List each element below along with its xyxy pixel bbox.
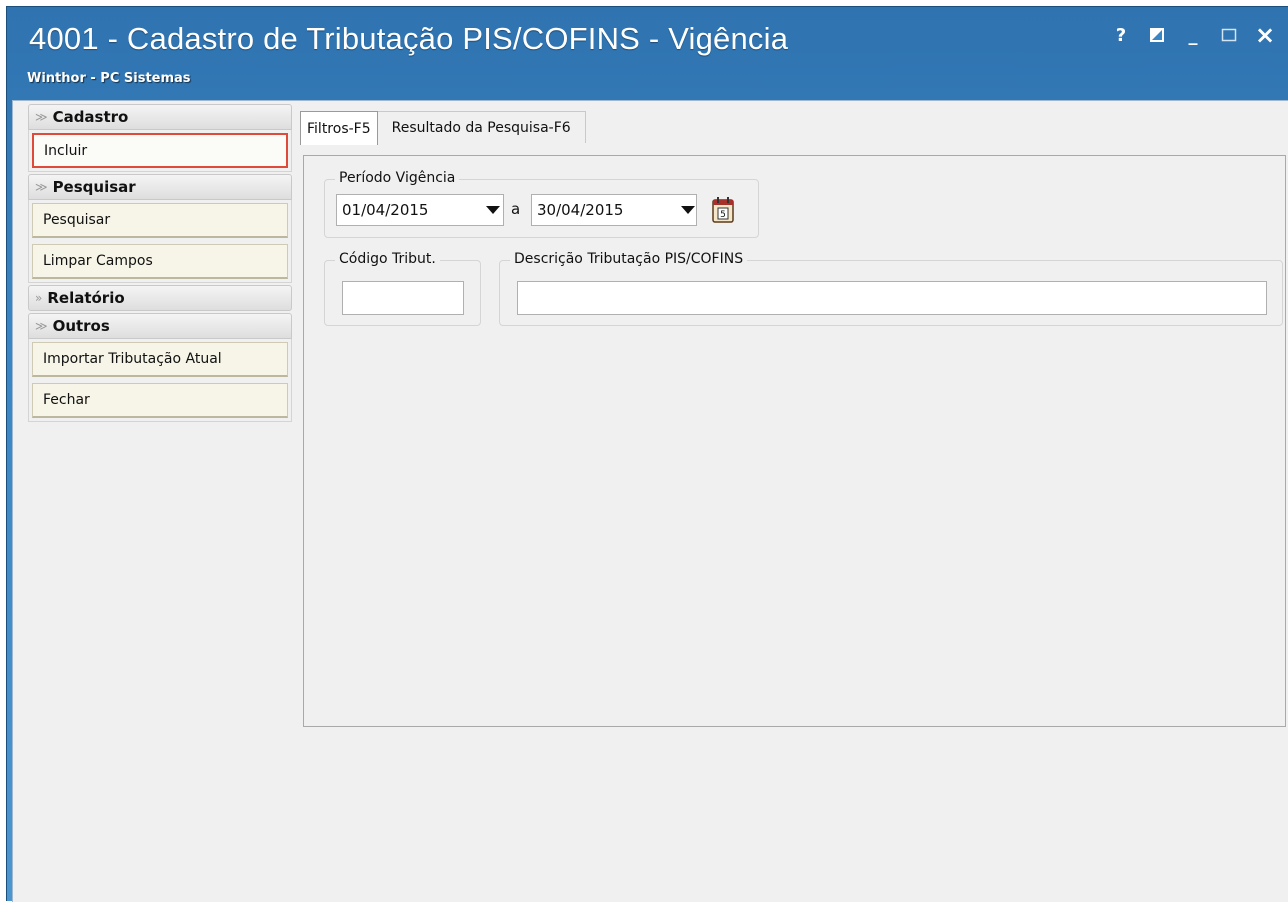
chevron-down-icon: ≫ xyxy=(35,180,48,194)
maximize-button[interactable] xyxy=(1219,25,1239,45)
tab-strip: Filtros-F5 Resultado da Pesquisa-F6 xyxy=(300,111,586,145)
window-title: 4001 - Cadastro de Tributação PIS/COFINS… xyxy=(29,21,789,56)
group-pesquisar-header[interactable]: ≫ Pesquisar xyxy=(28,174,292,200)
close-button[interactable]: × xyxy=(1255,21,1275,49)
tab-filtros[interactable]: Filtros-F5 xyxy=(300,111,378,145)
window-subtitle: Winthor - PC Sistemas xyxy=(27,71,191,86)
chevron-down-icon: ≫ xyxy=(35,110,48,124)
date-start-value: 01/04/2015 xyxy=(342,201,429,219)
close-icon: × xyxy=(1254,21,1276,49)
codigo-tribut-group: Código Tribut. xyxy=(324,251,481,326)
filters-panel: Período Vigência 01/04/2015 a 30/04/2015 xyxy=(303,155,1286,727)
group-cadastro-label: Cadastro xyxy=(52,108,129,126)
limpar-campos-button[interactable]: Limpar Campos xyxy=(32,244,288,279)
codigo-tribut-input[interactable] xyxy=(342,281,464,315)
minimize-button[interactable]: _ xyxy=(1183,24,1203,46)
incluir-label: Incluir xyxy=(44,142,88,159)
window-controls: ? _ × xyxy=(1111,21,1275,49)
group-relatorio-label: Relatório xyxy=(47,289,125,307)
date-start-field[interactable]: 01/04/2015 xyxy=(336,194,504,226)
client-area: ≫ Cadastro Incluir ≫ Pesquisar Pesquisar… xyxy=(12,100,1288,902)
codigo-tribut-label: Código Tribut. xyxy=(335,251,440,267)
group-outros-header[interactable]: ≫ Outros xyxy=(28,313,292,339)
descricao-tributacao-input[interactable] xyxy=(517,281,1267,315)
date-start-dropdown-icon[interactable] xyxy=(482,194,504,226)
help-button[interactable]: ? xyxy=(1111,24,1131,46)
descricao-tributacao-label: Descrição Tributação PIS/COFINS xyxy=(510,251,748,267)
fechar-button[interactable]: Fechar xyxy=(32,383,288,418)
tab-resultado-pesquisa[interactable]: Resultado da Pesquisa-F6 xyxy=(377,111,586,143)
date-end-field[interactable]: 30/04/2015 xyxy=(531,194,697,226)
group-outros-body: Importar Tributação Atual Fechar xyxy=(28,339,292,422)
maximize-icon xyxy=(1221,28,1237,42)
fechar-label: Fechar xyxy=(43,392,90,408)
incluir-button[interactable]: Incluir xyxy=(32,133,288,168)
restore-icon xyxy=(1150,28,1164,42)
group-cadastro-body: Incluir xyxy=(28,130,292,172)
importar-tributacao-button[interactable]: Importar Tributação Atual xyxy=(32,342,288,377)
date-end-dropdown-icon[interactable] xyxy=(677,194,699,226)
periodo-vigencia-group: Período Vigência 01/04/2015 a 30/04/2015 xyxy=(324,170,759,238)
calendar-button[interactable]: 5 xyxy=(711,196,737,224)
periodo-vigencia-label: Período Vigência xyxy=(335,170,460,186)
minimize-icon: _ xyxy=(1188,24,1198,46)
chevron-right-icon: » xyxy=(35,291,43,305)
chevron-down-icon: ≫ xyxy=(35,319,48,333)
pesquisar-label: Pesquisar xyxy=(43,212,111,228)
group-pesquisar-body: Pesquisar Limpar Campos xyxy=(28,200,292,283)
group-cadastro-header[interactable]: ≫ Cadastro xyxy=(28,104,292,130)
date-separator: a xyxy=(511,200,521,218)
date-end-value: 30/04/2015 xyxy=(537,201,624,219)
svg-text:5: 5 xyxy=(720,210,726,220)
limpar-campos-label: Limpar Campos xyxy=(43,253,153,269)
importar-tributacao-label: Importar Tributação Atual xyxy=(43,351,222,367)
group-relatorio-header[interactable]: » Relatório xyxy=(28,285,292,311)
title-bar[interactable]: 4001 - Cadastro de Tributação PIS/COFINS… xyxy=(7,7,1288,97)
pesquisar-button[interactable]: Pesquisar xyxy=(32,203,288,238)
sidebar: ≫ Cadastro Incluir ≫ Pesquisar Pesquisar… xyxy=(28,101,292,422)
app-window: 4001 - Cadastro de Tributação PIS/COFINS… xyxy=(6,6,1288,902)
group-pesquisar-label: Pesquisar xyxy=(52,178,136,196)
help-icon: ? xyxy=(1115,24,1127,46)
calendar-icon: 5 xyxy=(712,197,734,223)
descricao-tributacao-group: Descrição Tributação PIS/COFINS xyxy=(499,251,1283,326)
group-outros-label: Outros xyxy=(52,317,110,335)
restore-button[interactable] xyxy=(1147,25,1167,45)
